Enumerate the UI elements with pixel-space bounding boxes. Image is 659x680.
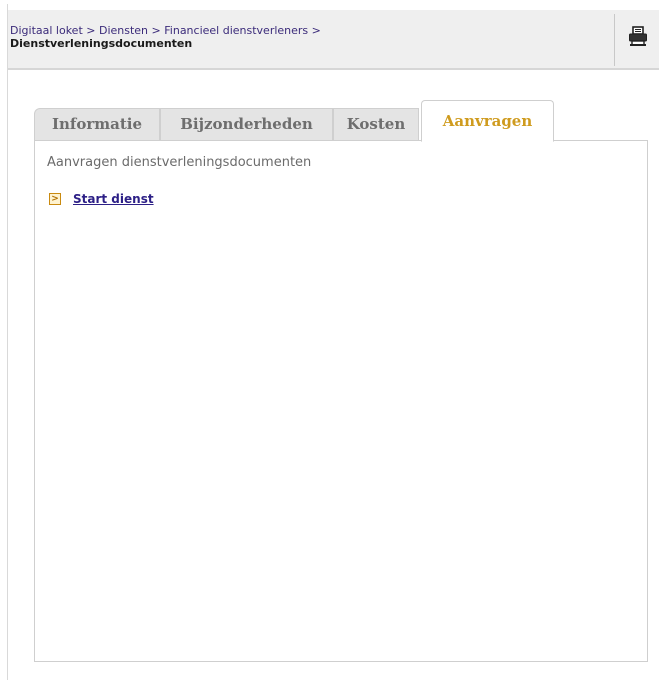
- header-divider: [614, 14, 615, 66]
- breadcrumb-separator: >: [151, 24, 165, 37]
- breadcrumb-separator: >: [311, 24, 321, 37]
- printer-icon: [629, 26, 647, 46]
- tab-aanvragen[interactable]: Aanvragen: [421, 100, 554, 142]
- tab-kosten[interactable]: Kosten: [333, 108, 419, 141]
- start-dienst-label[interactable]: Start dienst: [73, 192, 154, 206]
- breadcrumb-link-digitaal-loket[interactable]: Digitaal loket: [10, 24, 83, 37]
- breadcrumb: Digitaal loket > Diensten > Financieel d…: [10, 24, 600, 50]
- panel-title: Aanvragen dienstverleningsdocumenten: [47, 155, 312, 170]
- page-header: Digitaal loket > Diensten > Financieel d…: [8, 10, 659, 70]
- arrow-right-icon: >: [49, 193, 61, 205]
- tab-bijzonderheden[interactable]: Bijzonderheden: [160, 108, 333, 141]
- print-button[interactable]: [626, 24, 650, 50]
- tab-panel-aanvragen: Aanvragen dienstverleningsdocumenten > S…: [34, 140, 648, 662]
- breadcrumb-link-financieel-dienstverleners[interactable]: Financieel dienstverleners: [164, 24, 308, 37]
- start-dienst-link[interactable]: > Start dienst: [49, 192, 154, 206]
- page-left-border: [7, 4, 8, 680]
- breadcrumb-current: Dienstverleningsdocumenten: [10, 37, 193, 50]
- breadcrumb-separator: >: [86, 24, 99, 37]
- tab-informatie[interactable]: Informatie: [34, 108, 160, 141]
- breadcrumb-link-diensten[interactable]: Diensten: [99, 24, 148, 37]
- tab-bar: Informatie Bijzonderheden Kosten Aanvrag…: [34, 100, 654, 142]
